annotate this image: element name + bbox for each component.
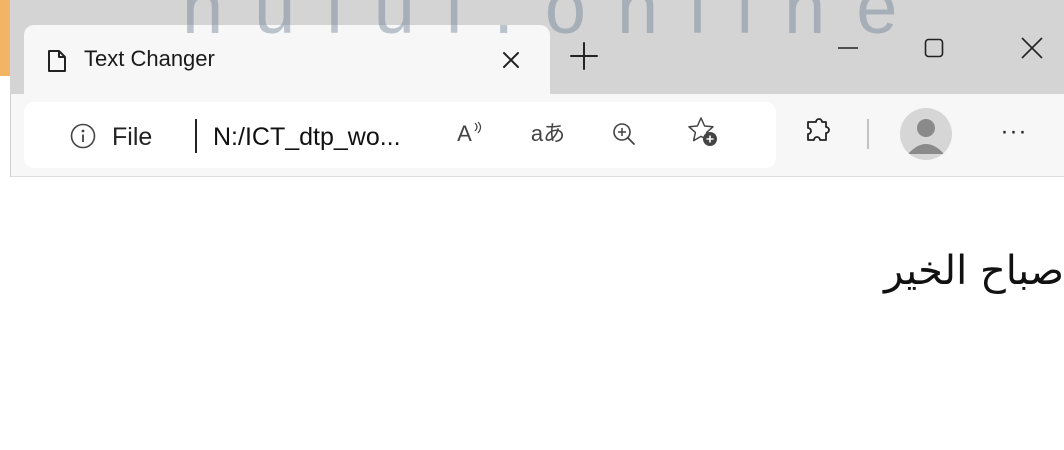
address-bar[interactable]: File N:/ICT_dtp_wo... xyxy=(24,102,776,168)
translate-text: aあ xyxy=(530,121,566,146)
tab-strip: Text Changer xyxy=(10,0,1064,94)
url-text[interactable]: N:/ICT_dtp_wo... xyxy=(213,122,401,152)
profile-avatar-icon[interactable] xyxy=(900,108,952,160)
toolbar-separator xyxy=(867,119,869,149)
read-aloud-icon[interactable]: A xyxy=(452,116,488,152)
tab-close-icon[interactable] xyxy=(494,43,528,77)
page-content: صباح الخير xyxy=(10,177,1064,450)
address-separator xyxy=(195,119,197,153)
more-options-button[interactable]: ··· xyxy=(992,114,1036,150)
toolbar: File N:/ICT_dtp_wo... A aあ ··· xyxy=(10,94,1064,177)
window-close-icon[interactable] xyxy=(1012,30,1052,66)
new-tab-plus-icon[interactable] xyxy=(566,38,602,74)
read-aloud-letter: A xyxy=(457,121,472,146)
maximize-icon[interactable] xyxy=(914,30,954,66)
translate-icon[interactable]: aあ xyxy=(530,116,566,152)
tab-text-changer[interactable]: Text Changer xyxy=(24,25,550,94)
arabic-greeting-text: صباح الخير xyxy=(883,248,1064,294)
tab-title: Text Changer xyxy=(84,46,215,71)
page-icon xyxy=(46,49,68,73)
scheme-label: File xyxy=(112,123,153,151)
info-icon[interactable] xyxy=(70,123,96,149)
extensions-icon[interactable] xyxy=(800,114,836,150)
zoom-in-icon[interactable] xyxy=(606,116,642,152)
add-favorite-icon[interactable] xyxy=(685,114,721,150)
minimize-icon[interactable] xyxy=(828,30,868,66)
browser-window: Text Changer File N:/ICT_dtp_wo... A aあ … xyxy=(0,0,1064,450)
